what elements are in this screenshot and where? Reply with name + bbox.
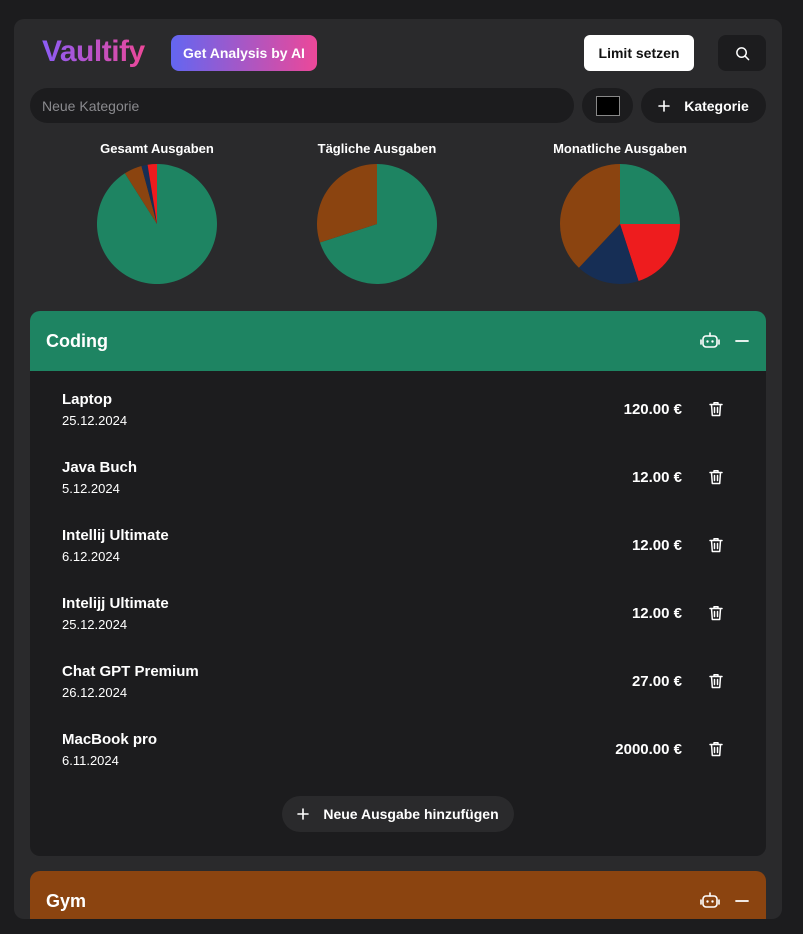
expense-date: 25.12.2024: [62, 413, 128, 428]
expense-name: MacBook pro: [62, 731, 158, 748]
add-expense-label: Neue Ausgabe hinzufügen: [323, 806, 499, 822]
delete-expense-button[interactable]: [708, 672, 724, 690]
trash-icon: [709, 606, 723, 621]
chart-daily: Tägliche Ausgaben: [287, 141, 467, 285]
chart-title: Gesamt Ausgaben: [100, 141, 214, 156]
category-coding: Coding Laptop 25.12.2024 120.00 € Java B…: [30, 311, 766, 856]
robot-icon[interactable]: [700, 891, 720, 911]
expense-amount: 27.00 €: [631, 673, 682, 690]
trash-icon: [709, 674, 723, 689]
search-icon: [735, 46, 749, 60]
category-header[interactable]: Coding: [30, 311, 766, 371]
expense-item: Chat GPT Premium 26.12.2024 27.00 €: [30, 655, 766, 723]
chart-monthly: Monatliche Ausgaben: [530, 141, 710, 285]
chart-title: Monatliche Ausgaben: [553, 141, 687, 156]
trash-icon: [709, 470, 723, 485]
expense-name: Chat GPT Premium: [62, 663, 199, 680]
app-panel: Vaultify Get Analysis by AI Limit setzen…: [14, 19, 782, 919]
delete-expense-button[interactable]: [708, 604, 724, 622]
category-color-picker[interactable]: [582, 88, 633, 123]
expense-date: 5.12.2024: [62, 481, 120, 496]
delete-expense-button[interactable]: [708, 400, 724, 418]
expense-date: 6.12.2024: [62, 549, 120, 564]
expense-amount: 12.00 €: [631, 605, 682, 622]
expense-item: MacBook pro 6.11.2024 2000.00 €: [30, 723, 766, 791]
expense-item: Intellij Ultimate 6.12.2024 12.00 €: [30, 519, 766, 587]
expense-item: Intelijj Ultimate 25.12.2024 12.00 €: [30, 587, 766, 655]
expense-name: Java Buch: [62, 459, 138, 476]
add-expense-button[interactable]: Neue Ausgabe hinzufügen: [282, 796, 514, 832]
category-body: Laptop 25.12.2024 120.00 € Java Buch 5.1…: [30, 371, 766, 856]
color-swatch: [595, 95, 620, 116]
expense-date: 26.12.2024: [62, 685, 128, 700]
collapse-icon[interactable]: [734, 893, 750, 909]
set-limit-button[interactable]: Limit setzen: [584, 35, 694, 71]
expense-name: Intelijj Ultimate: [62, 595, 169, 612]
expense-amount: 2000.00 €: [615, 741, 682, 758]
ai-analysis-button[interactable]: Get Analysis by AI: [171, 35, 317, 71]
plus-icon: [297, 808, 310, 820]
add-category-button[interactable]: Kategorie: [641, 88, 766, 123]
delete-expense-button[interactable]: [708, 468, 724, 486]
search-button[interactable]: [718, 35, 766, 71]
robot-icon[interactable]: [700, 331, 720, 351]
expense-date: 25.12.2024: [62, 617, 128, 632]
plus-icon: [658, 99, 671, 112]
trash-icon: [709, 402, 723, 417]
add-category-label: Kategorie: [684, 97, 749, 114]
expense-item: Java Buch 5.12.2024 12.00 €: [30, 451, 766, 519]
category-gym: Gym: [30, 871, 766, 919]
expense-name: Laptop: [62, 391, 112, 408]
delete-expense-button[interactable]: [708, 740, 724, 758]
app-logo: Vaultify: [42, 35, 145, 68]
trash-icon: [709, 538, 723, 553]
expense-amount: 12.00 €: [631, 469, 682, 486]
pie-chart: [96, 164, 217, 284]
pie-chart: [317, 164, 438, 284]
expense-name: Intellij Ultimate: [62, 527, 169, 544]
category-name: Coding: [46, 330, 108, 351]
collapse-icon[interactable]: [734, 333, 750, 349]
expense-date: 6.11.2024: [62, 753, 119, 768]
trash-icon: [709, 742, 723, 757]
category-header[interactable]: Gym: [30, 871, 766, 919]
expense-amount: 120.00 €: [623, 401, 682, 418]
delete-expense-button[interactable]: [708, 536, 724, 554]
expense-amount: 12.00 €: [631, 537, 682, 554]
chart-title: Tägliche Ausgaben: [317, 141, 437, 156]
category-name: Gym: [46, 890, 87, 911]
new-category-input[interactable]: [30, 88, 574, 123]
chart-total: Gesamt Ausgaben: [67, 141, 247, 285]
expense-item: Laptop 25.12.2024 120.00 €: [30, 383, 766, 451]
pie-chart: [560, 164, 680, 284]
pie-slice: [620, 164, 680, 224]
